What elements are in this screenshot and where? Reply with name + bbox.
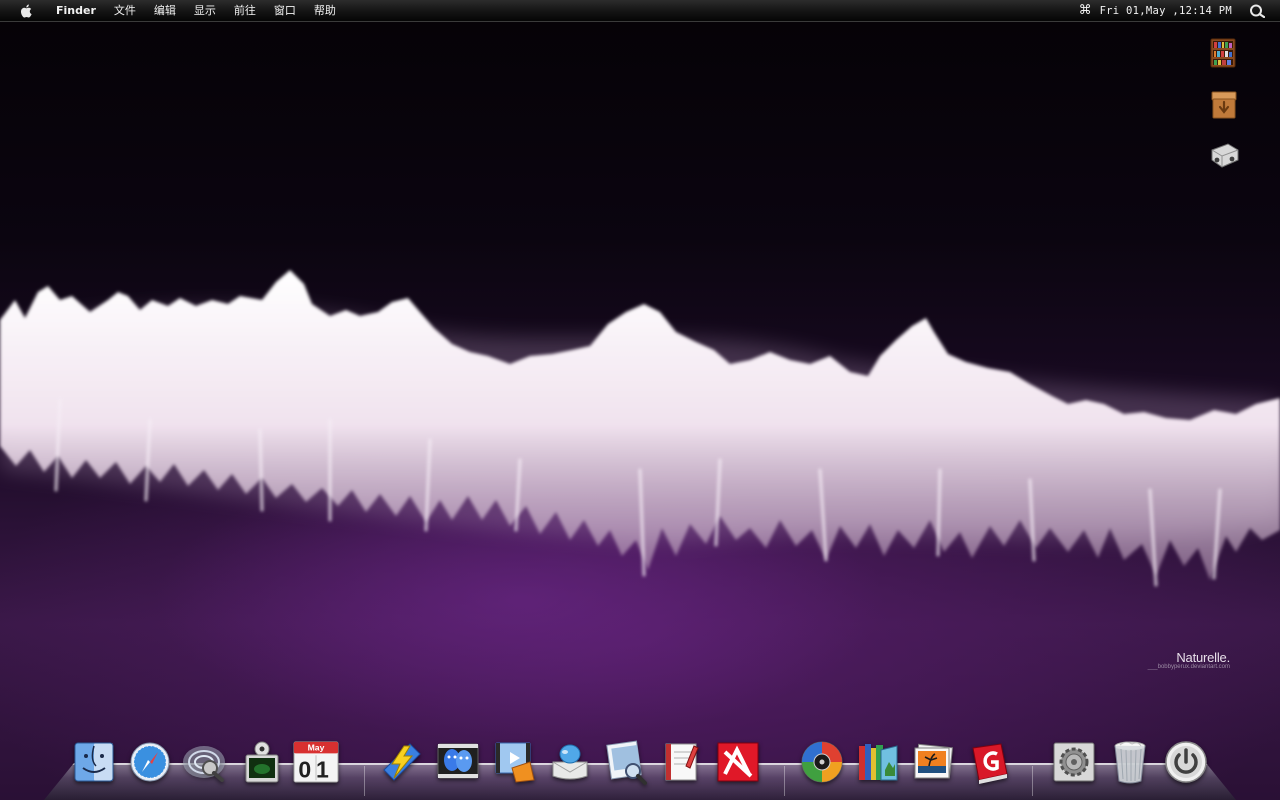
archive-box-icon[interactable] <box>1210 90 1240 120</box>
menu-bar: Finder 文件 编辑 显示 前往 窗口 帮助 ⌘ Fri 01,May ,1… <box>0 0 1280 22</box>
spotlight-search-icon[interactable] <box>1248 3 1266 19</box>
dock-dictionary-icon[interactable] <box>966 738 1014 786</box>
menu-go[interactable]: 前往 <box>225 0 265 22</box>
dock-media-player-icon[interactable] <box>798 738 846 786</box>
dock-front-row-icon[interactable] <box>434 738 482 786</box>
calendar-month-label: May <box>308 742 325 752</box>
dock-imovie-icon[interactable] <box>490 738 538 786</box>
bookshelf-icon[interactable] <box>1210 38 1240 68</box>
dock-preview-icon[interactable] <box>602 738 650 786</box>
frost-wallpaper-art <box>0 270 1280 587</box>
dock-system-preferences-icon[interactable] <box>1050 738 1098 786</box>
menubar-clock[interactable]: Fri 01,May ,12:14 PM <box>1100 5 1232 17</box>
menu-window[interactable]: 窗口 <box>265 0 305 22</box>
dock-safari-icon[interactable] <box>126 738 174 786</box>
dock-shutdown-icon[interactable] <box>1162 738 1210 786</box>
dock-books-icon[interactable] <box>854 738 902 786</box>
hard-drive-icon[interactable] <box>1208 140 1239 170</box>
menu-help[interactable]: 帮助 <box>305 0 345 22</box>
watermark-title: Naturelle. <box>1176 650 1230 665</box>
calendar-day-label: 01 <box>298 756 333 782</box>
dock-trash-icon[interactable] <box>1106 738 1154 786</box>
dock-ftp-app-icon[interactable] <box>378 738 426 786</box>
dock-photobooth-icon[interactable] <box>238 738 286 786</box>
dock-iphoto-icon[interactable] <box>910 738 958 786</box>
dock-mail-icon[interactable] <box>546 738 594 786</box>
dock-adobe-app-icon[interactable] <box>714 738 762 786</box>
dock-finder-icon[interactable] <box>70 738 118 786</box>
menu-app-finder[interactable]: Finder <box>50 0 105 22</box>
dock-notes-icon[interactable] <box>658 738 706 786</box>
wallpaper-watermark: Naturelle. ___bobbyperux.deviantart.com <box>1147 650 1231 670</box>
command-key-icon[interactable]: ⌘ <box>1079 3 1092 18</box>
menu-view[interactable]: 显示 <box>185 0 225 22</box>
dock: May 01 <box>0 738 1280 800</box>
dock-audio-app-icon[interactable] <box>180 738 228 786</box>
menu-file[interactable]: 文件 <box>105 0 145 22</box>
dock-calendar-icon[interactable]: May 01 <box>292 738 340 786</box>
watermark-credit: ___bobbyperux.deviantart.com <box>1147 664 1230 670</box>
apple-menu-icon[interactable] <box>18 3 34 19</box>
menu-edit[interactable]: 编辑 <box>145 0 185 22</box>
